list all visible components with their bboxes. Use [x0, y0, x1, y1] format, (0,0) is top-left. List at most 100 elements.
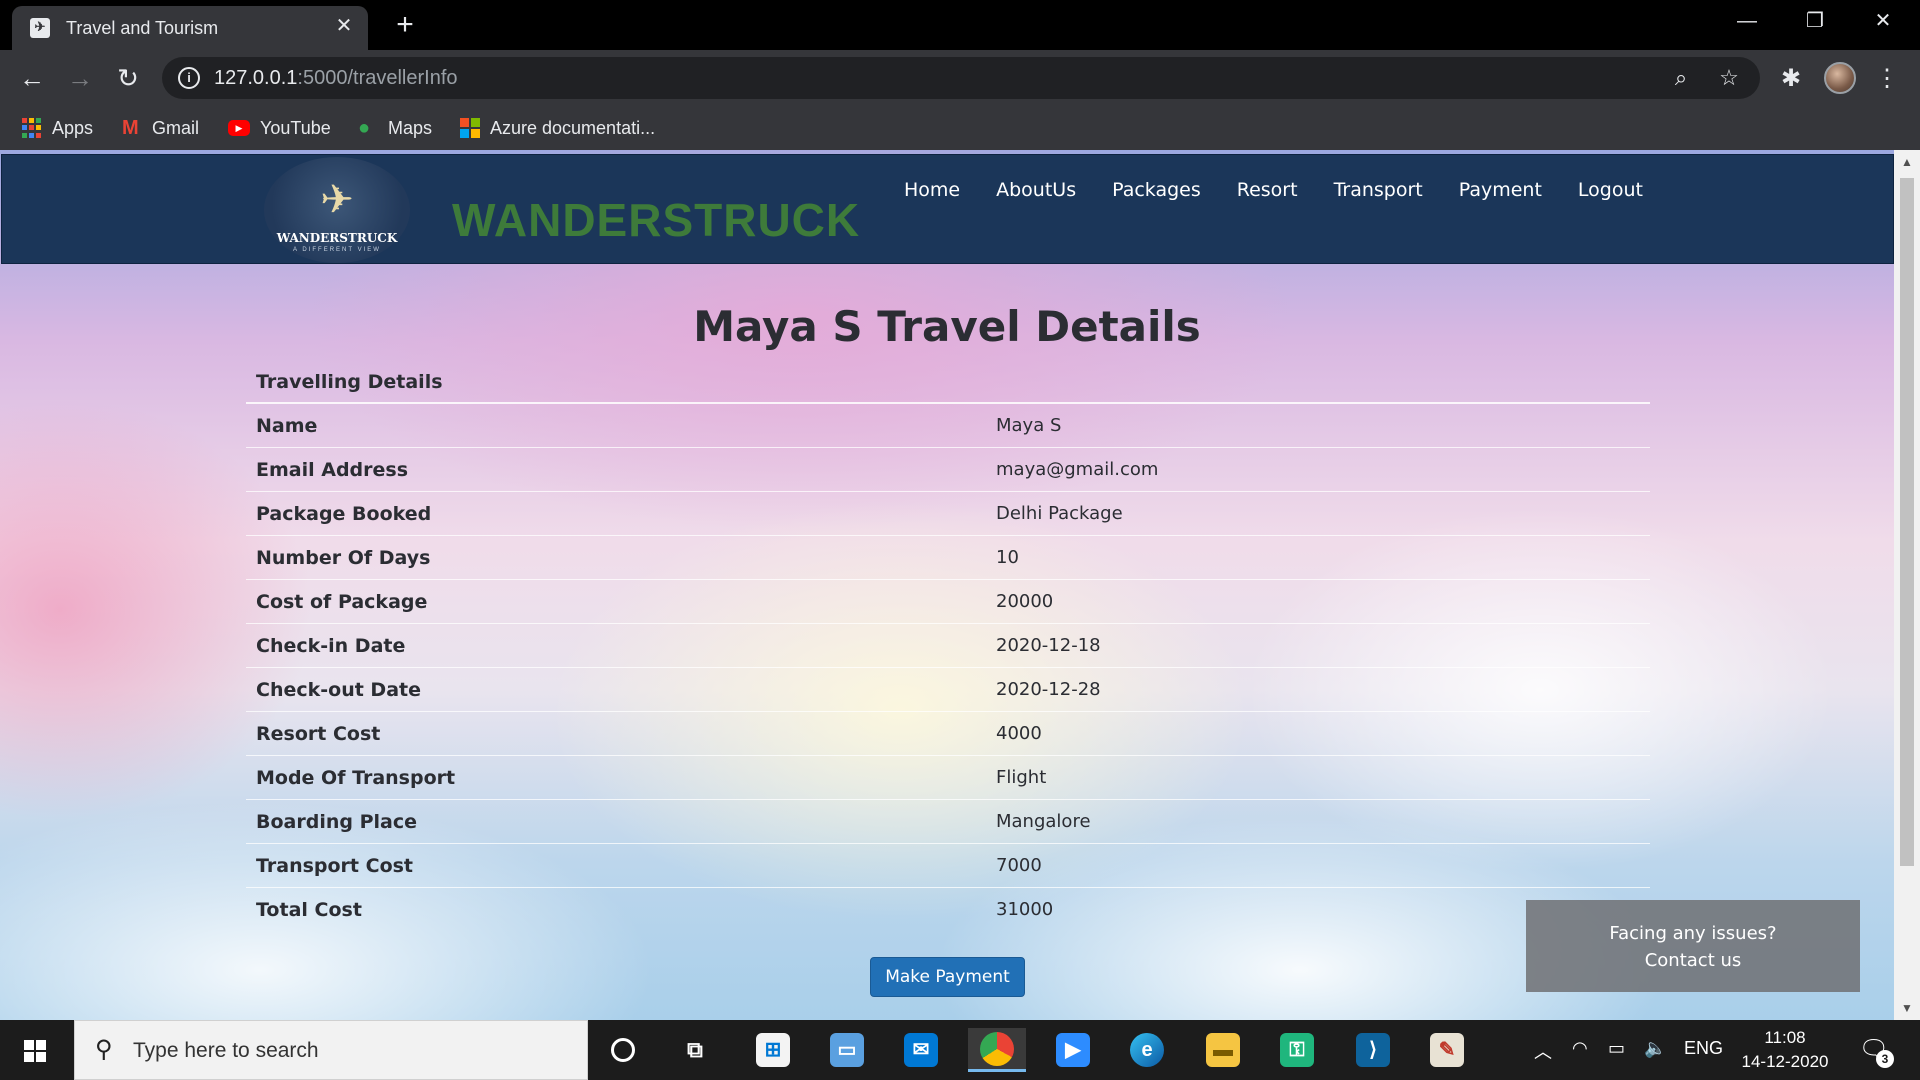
table-heading: Travelling Details	[246, 360, 1650, 404]
nav-home[interactable]: Home	[904, 179, 960, 201]
row-value: 2020-12-28	[996, 679, 1101, 700]
table-row: Mode Of Transport Flight	[246, 756, 1650, 800]
address-bar[interactable]: i 127.0.0.1:5000/travellerInfo ⌕ ☆	[162, 57, 1760, 99]
youtube-icon: ▶	[228, 120, 250, 136]
page-scrollbar[interactable]: ▲ ▼	[1894, 150, 1920, 1020]
taskbar-clock[interactable]: 11:08 14-12-2020	[1730, 1026, 1840, 1074]
bookmark-apps[interactable]: Apps	[22, 114, 93, 142]
travel-details-table: Travelling Details Name Maya S Email Addr…	[246, 360, 1650, 932]
row-value: maya@gmail.com	[996, 459, 1159, 480]
bookmark-azure[interactable]: Azure documentati...	[460, 114, 655, 142]
make-payment-button[interactable]: Make Payment	[870, 957, 1025, 997]
site-logo[interactable]: ✈ WANDERSTRUCK A DIFFERENT VIEW	[264, 157, 410, 263]
table-row: Boarding Place Mangalore	[246, 800, 1650, 844]
minimize-button[interactable]: —	[1714, 0, 1780, 42]
extensions-puzzle-icon[interactable]: ✱	[1776, 64, 1806, 94]
site-info-icon[interactable]: i	[178, 67, 200, 89]
table-row: Name Maya S	[246, 404, 1650, 448]
row-label: Check-in Date	[256, 635, 406, 657]
row-label: Name	[256, 415, 318, 437]
row-label: Number Of Days	[256, 547, 431, 569]
table-row: Check-in Date 2020-12-18	[246, 624, 1650, 668]
browser-tab-bar: ✈ Travel and Tourism ✕ + — ❐ ✕	[0, 0, 1920, 50]
file-pc-icon[interactable]: ▭	[818, 1028, 876, 1072]
zoom-icon[interactable]: ⌕	[1668, 65, 1694, 91]
gmail-icon: M	[122, 117, 139, 139]
row-value: Delhi Package	[996, 503, 1123, 524]
clock-date: 14-12-2020	[1741, 1052, 1829, 1071]
scroll-up-icon[interactable]: ▲	[1894, 152, 1920, 172]
row-value: Maya S	[996, 415, 1062, 436]
start-button[interactable]	[0, 1020, 72, 1080]
vpn-key-icon[interactable]: ⚿	[1268, 1028, 1326, 1072]
table-row: Check-out Date 2020-12-28	[246, 668, 1650, 712]
tab-close-icon[interactable]: ✕	[332, 14, 356, 38]
paint-icon[interactable]: ✎	[1418, 1028, 1476, 1072]
file-explorer-icon[interactable]: ▬	[1194, 1028, 1252, 1072]
vscode-icon[interactable]: ⟩	[1344, 1028, 1402, 1072]
nav-resort[interactable]: Resort	[1237, 179, 1298, 201]
table-row: Package Booked Delhi Package	[246, 492, 1650, 536]
chrome-icon[interactable]	[968, 1028, 1026, 1072]
forward-arrow-icon[interactable]: →	[62, 60, 98, 96]
profile-avatar[interactable]	[1824, 62, 1856, 94]
main-nav: Home AboutUs Packages Resort Transport P…	[904, 179, 1679, 201]
zoom-app-icon[interactable]: ▶	[1044, 1028, 1102, 1072]
nav-packages[interactable]: Packages	[1112, 179, 1201, 201]
windows-logo-icon	[24, 1040, 46, 1062]
task-view-icon[interactable]: ⧉	[666, 1028, 724, 1072]
row-value: 20000	[996, 591, 1054, 612]
table-row: Total Cost 31000	[246, 888, 1650, 932]
bookmark-youtube[interactable]: ▶ YouTube	[228, 114, 331, 142]
wifi-icon[interactable]: ◠	[1572, 1038, 1588, 1059]
search-placeholder: Type here to search	[133, 1039, 319, 1062]
mail-icon[interactable]: ✉	[892, 1028, 950, 1072]
airplane-globe-icon: ✈	[320, 178, 354, 222]
nav-logout[interactable]: Logout	[1578, 179, 1643, 201]
contact-line-2: Contact us	[1644, 950, 1742, 971]
action-center-icon[interactable]: 🗨 3	[1856, 1032, 1894, 1068]
restore-button[interactable]: ❐	[1782, 0, 1848, 42]
scrollbar-thumb[interactable]	[1900, 178, 1914, 866]
row-value: 31000	[996, 899, 1054, 920]
table-row: Email Address maya@gmail.com	[246, 448, 1650, 492]
bookmark-gmail[interactable]: M Gmail	[122, 114, 199, 142]
table-row: Cost of Package 20000	[246, 580, 1650, 624]
logo-text: WANDERSTRUCK	[276, 231, 398, 245]
contact-us-widget[interactable]: Facing any issues? Contact us	[1526, 900, 1860, 992]
close-window-button[interactable]: ✕	[1850, 0, 1916, 42]
nav-aboutus[interactable]: AboutUs	[996, 179, 1076, 201]
row-label: Email Address	[256, 459, 409, 481]
brand-name: WANDERSTRUCK	[452, 194, 861, 246]
site-header: ✈ WANDERSTRUCK A DIFFERENT VIEW WANDERST…	[1, 154, 1894, 264]
row-label: Mode Of Transport	[256, 767, 456, 789]
bookmark-maps[interactable]: ● Maps	[358, 114, 432, 142]
row-value: 2020-12-18	[996, 635, 1101, 656]
tray-chevron-icon[interactable]: ︿	[1534, 1038, 1552, 1064]
edge-icon[interactable]: e	[1118, 1028, 1176, 1072]
table-row: Transport Cost 7000	[246, 844, 1650, 888]
browser-menu-icon[interactable]: ⋮	[1872, 64, 1902, 94]
bookmark-star-icon[interactable]: ☆	[1716, 65, 1742, 91]
row-label: Package Booked	[256, 503, 432, 525]
nav-transport[interactable]: Transport	[1334, 179, 1423, 201]
battery-icon[interactable]: ▭	[1608, 1038, 1625, 1059]
cortana-icon[interactable]	[594, 1028, 652, 1072]
clock-time: 11:08	[1764, 1028, 1806, 1047]
language-indicator[interactable]: ENG	[1684, 1038, 1723, 1059]
taskbar-search-input[interactable]: ⚲ Type here to search	[74, 1020, 588, 1080]
reload-icon[interactable]: ↻	[110, 60, 146, 96]
nav-payment[interactable]: Payment	[1459, 179, 1542, 201]
volume-icon[interactable]: 🔈	[1644, 1038, 1666, 1059]
contact-line-1: Facing any issues?	[1609, 923, 1777, 944]
url-text: 127.0.0.1:5000/travellerInfo	[214, 67, 458, 89]
tab-title: Travel and Tourism	[66, 18, 219, 38]
row-label: Transport Cost	[256, 855, 414, 877]
windows-taskbar: ⚲ Type here to search ⧉ ⊞ ▭ ✉ ▶ e ▬ ⚿ ⟩ …	[0, 1020, 1920, 1080]
maps-pin-icon: ●	[358, 117, 371, 139]
back-arrow-icon[interactable]: ←	[14, 60, 50, 96]
browser-tab[interactable]: ✈ Travel and Tourism ✕	[12, 6, 368, 50]
store-icon[interactable]: ⊞	[744, 1028, 802, 1072]
scroll-down-icon[interactable]: ▼	[1894, 998, 1920, 1018]
new-tab-button[interactable]: +	[388, 8, 422, 42]
